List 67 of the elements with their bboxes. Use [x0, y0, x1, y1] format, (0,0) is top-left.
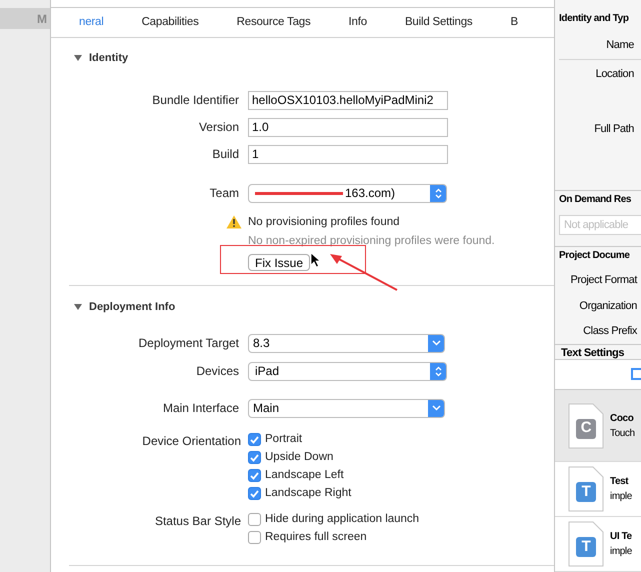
- field-label: Status Bar Style: [154, 514, 241, 528]
- document-icon: C: [568, 402, 604, 449]
- combo-box[interactable]: 8.3: [248, 334, 445, 352]
- annotation-arrow: [329, 252, 399, 290]
- field-label: Build: [212, 147, 239, 161]
- option-label: Hide during application launch: [265, 512, 420, 527]
- option-label: Upside Down: [265, 450, 334, 465]
- document-icon: T: [568, 466, 604, 512]
- tab[interactable]: B: [510, 14, 518, 32]
- checkbox[interactable]: [248, 513, 261, 526]
- field-label: Devices: [196, 364, 239, 378]
- stepper-icon: [434, 366, 442, 376]
- field-label: Version: [198, 120, 239, 134]
- disclosure-triangle-icon[interactable]: [74, 54, 82, 62]
- section-title: Identity and Typ: [559, 12, 630, 26]
- combo-box[interactable]: Main: [248, 398, 445, 418]
- warning-title: No provisioning profiles found: [248, 214, 401, 230]
- template-item[interactable]: T Test imple: [555, 462, 641, 518]
- field-label: Organization: [579, 300, 637, 312]
- tab[interactable]: Resource Tags: [236, 14, 311, 32]
- tab[interactable]: Info: [348, 14, 367, 32]
- field-label: Name: [606, 38, 634, 51]
- field-label: Deployment Target: [138, 336, 239, 350]
- tab[interactable]: Capabilities: [142, 14, 199, 32]
- text-field[interactable]: 1.0: [248, 118, 448, 136]
- section-title: Identity: [89, 51, 128, 66]
- popup-button[interactable]: iPad: [248, 362, 447, 380]
- sidebar-label: M: [37, 10, 47, 28]
- document-icon: T: [568, 521, 604, 568]
- tags-field[interactable]: Not applicable: [559, 214, 641, 235]
- chevron-down-icon: [432, 340, 440, 346]
- fix-issue-button[interactable]: Fix Issue: [248, 254, 310, 271]
- chevron-down-icon: [432, 405, 440, 411]
- option-label: Portrait: [265, 432, 302, 447]
- section-title: Text Settings: [561, 346, 624, 359]
- popup-button[interactable]: 163.com): [248, 184, 447, 202]
- option-label: Requires full screen: [265, 530, 367, 545]
- disclosure-triangle-icon[interactable]: [74, 303, 82, 312]
- checkbox[interactable]: [248, 531, 261, 544]
- stepper-icon: [434, 188, 442, 198]
- field-label: Bundle Identifier: [152, 93, 239, 107]
- tab[interactable]: Build Settings: [404, 14, 472, 32]
- field-label: Main Interface: [162, 401, 239, 415]
- filter-toggle-icon[interactable]: [631, 368, 641, 380]
- field-label: Full Path: [594, 122, 634, 135]
- field-label: Location: [596, 68, 634, 80]
- section-title: On Demand Res: [559, 192, 632, 207]
- option-label: Landscape Left: [265, 468, 344, 483]
- checkbox[interactable]: [248, 451, 261, 464]
- field-label: Team: [210, 186, 239, 200]
- text-field[interactable]: helloOSX10103.helloMyiPadMini2: [248, 90, 448, 110]
- template-item[interactable]: T UI Te imple: [555, 517, 641, 572]
- checkbox[interactable]: [248, 469, 261, 482]
- template-item[interactable]: C Coco Touch: [555, 390, 641, 462]
- option-label: Landscape Right: [265, 486, 352, 501]
- checkbox[interactable]: [248, 487, 261, 500]
- field-label: Class Prefix: [583, 325, 637, 338]
- warning-icon: [226, 214, 242, 228]
- field-label: Project Format: [570, 274, 637, 286]
- section-title: Project Docume: [559, 249, 631, 264]
- text-field[interactable]: 1: [248, 144, 448, 164]
- field-label: Device Orientation: [142, 434, 241, 448]
- tab[interactable]: neral: [79, 14, 104, 32]
- warning-detail: No non-expired provisioning profiles were found.: [248, 234, 495, 249]
- cursor-icon: [310, 252, 321, 268]
- checkbox[interactable]: [248, 433, 261, 446]
- section-title: Deployment Info: [89, 300, 176, 315]
